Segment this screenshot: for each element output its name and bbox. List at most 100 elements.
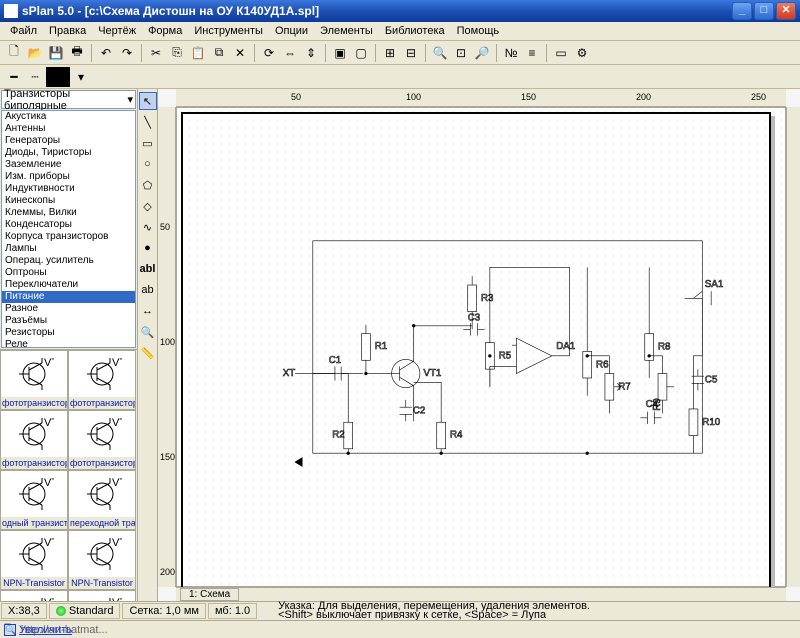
category-item[interactable]: Лампы [2,243,135,255]
category-item[interactable]: Корпуса транзисторов [2,231,135,243]
dropdown-icon[interactable]: ▾ [71,67,91,87]
component-thumbs[interactable]: VT0фототранзисторVT0фототранзисторVT0фот… [0,349,137,601]
duplicate-button[interactable]: ⧉ [209,43,229,63]
options-button[interactable]: ⚙ [572,43,592,63]
bezier-tool[interactable]: ∿ [139,218,157,236]
component-thumb[interactable]: VT0одный транзистор [0,470,68,530]
svg-text:SA1: SA1 [705,279,723,290]
category-item[interactable]: Заземление [2,159,135,171]
print-button[interactable]: 🖶 [67,43,87,63]
component-thumb[interactable]: VT0 [68,590,136,601]
component-thumb[interactable]: VT0NPN-Transistor [0,530,68,590]
menu-edit[interactable]: Правка [43,23,92,39]
zoom-fit-button[interactable]: ⊡ [451,43,471,63]
ungroup-button[interactable]: ⊟ [401,43,421,63]
renumber-button[interactable]: № [501,43,521,63]
special-tool[interactable]: ◇ [139,197,157,215]
back-button[interactable]: ▢ [351,43,371,63]
library-select[interactable]: Транзисторы биполярные ▾ [1,90,136,109]
close-button[interactable]: ✕ [776,2,796,20]
category-item[interactable]: Акустика [2,111,135,123]
component-thumb[interactable]: VT0фототранзистор [68,350,136,410]
category-item[interactable]: Разъёмы [2,315,135,327]
redo-button[interactable]: ↷ [117,43,137,63]
main-area: Транзисторы биполярные ▾ АкустикаАнтенны… [0,89,800,601]
category-list[interactable]: АкустикаАнтенныГенераторыДиоды, Тиристор… [1,110,136,348]
menu-options[interactable]: Опции [269,23,314,39]
category-item[interactable]: Разное [2,303,135,315]
new-button[interactable]: 🗋 [4,43,24,63]
text-bold-tool[interactable]: abl [139,260,157,278]
front-button[interactable]: ▣ [330,43,350,63]
node-tool[interactable]: ● [139,239,157,257]
page-button[interactable]: ▭ [551,43,571,63]
status-hint: Указка: Для выделения, перемещения, удал… [258,602,590,620]
component-thumb[interactable]: VT0фототранзистор [68,410,136,470]
category-item[interactable]: Кинескопы [2,195,135,207]
scrollbar-horizontal[interactable]: 1: Схема [176,587,786,601]
component-thumb[interactable]: VT0 [0,590,68,601]
menu-help[interactable]: Помощь [451,23,506,39]
dimension-tool[interactable]: ↔ [139,302,157,320]
menu-form[interactable]: Форма [142,23,188,39]
rotate-button[interactable]: ⟳ [259,43,279,63]
component-thumb[interactable]: VT0фототранзистор [0,350,68,410]
category-item[interactable]: Индуктивности [2,183,135,195]
category-item[interactable]: Оптроны [2,267,135,279]
linewidth-button[interactable]: ━ [4,67,24,87]
category-item[interactable]: Переключатели [2,279,135,291]
zoom-button[interactable]: 🔍 [430,43,450,63]
paste-button[interactable]: 📋 [188,43,208,63]
category-item[interactable]: Операц. усилитель [2,255,135,267]
circle-tool[interactable]: ○ [139,155,157,173]
page-tab[interactable]: 1: Схема [180,588,239,601]
undo-button[interactable]: ↶ [96,43,116,63]
delete-button[interactable]: ✕ [230,43,250,63]
svg-text:R5: R5 [499,351,511,362]
menu-tools[interactable]: Инструменты [188,23,269,39]
category-item[interactable]: Антенны [2,123,135,135]
svg-text:R4: R4 [450,429,463,440]
category-item[interactable]: Диоды, Тиристоры [2,147,135,159]
category-item[interactable]: Питание [2,291,135,303]
list-button[interactable]: ≡ [522,43,542,63]
maximize-button[interactable]: □ [754,2,774,20]
copy-button[interactable]: ⎘ [167,43,187,63]
find-button[interactable]: 🔎 [472,43,492,63]
category-item[interactable]: Изм. приборы [2,171,135,183]
zoom-tool[interactable]: 🔍 [139,323,157,341]
mirror-v-button[interactable]: ⇕ [301,43,321,63]
category-item[interactable]: Резисторы [2,327,135,339]
menu-library[interactable]: Библиотека [379,23,451,39]
component-thumb[interactable]: VT0NPN-Transistor [68,530,136,590]
open-button[interactable]: 📂 [25,43,45,63]
menu-drawing[interactable]: Чертёж [92,23,142,39]
mirror-h-button[interactable]: ⇔ [280,43,300,63]
category-item[interactable]: Клеммы, Вилки [2,207,135,219]
measure-tool[interactable]: 📏 [139,344,157,362]
group-button[interactable]: ⊞ [380,43,400,63]
pointer-tool[interactable]: ↖ [139,92,157,110]
library-select-value: Транзисторы биполярные [4,88,127,112]
menu-file[interactable]: Файл [4,23,43,39]
menu-elements[interactable]: Элементы [314,23,379,39]
component-thumb[interactable]: VT0переходной транз [68,470,136,530]
canvas-area: 50100150200250 50100150200 XT C1 R1 VT1 [158,89,800,601]
status-grid: Сетка: 1,0 мм [122,603,206,619]
scrollbar-vertical[interactable] [786,107,800,587]
color-button[interactable] [46,67,70,87]
cut-button[interactable]: ✂ [146,43,166,63]
save-button[interactable]: 💾 [46,43,66,63]
component-thumb[interactable]: VT0фототранзистор [0,410,68,470]
category-item[interactable]: Конденсаторы [2,219,135,231]
rect-tool[interactable]: ▭ [139,134,157,152]
magnify-link[interactable]: 🔍 Увеличить [4,624,72,636]
canvas[interactable]: XT C1 R1 VT1 R2 C2 R4 R3 [176,107,786,587]
linestyle-button[interactable]: ┄ [25,67,45,87]
category-item[interactable]: Реле [2,339,135,348]
minimize-button[interactable]: _ [732,2,752,20]
line-tool[interactable]: ╲ [139,113,157,131]
text-tool[interactable]: ab [139,281,157,299]
poly-tool[interactable]: ⬠ [139,176,157,194]
category-item[interactable]: Генераторы [2,135,135,147]
